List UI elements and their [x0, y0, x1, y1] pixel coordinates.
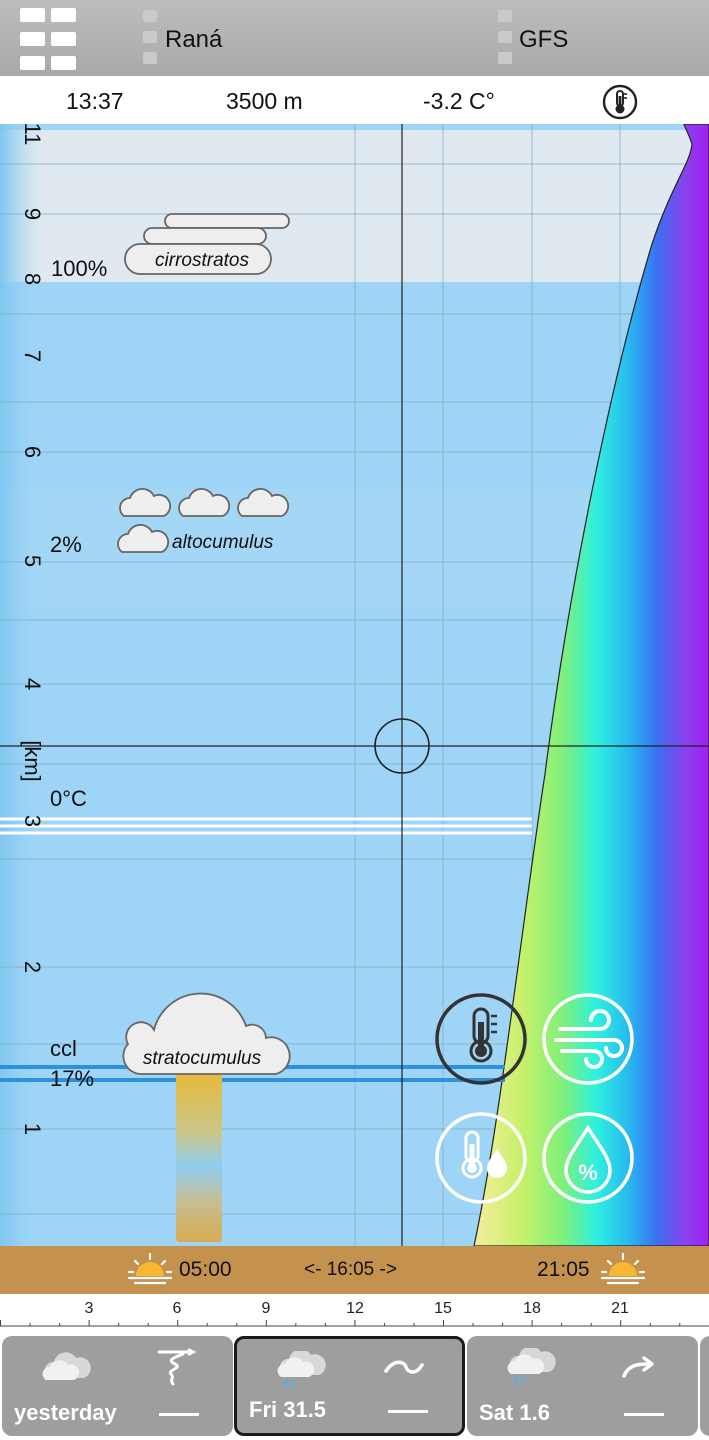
hour-label-3: 3 — [84, 1300, 94, 1317]
cursor-temperature: -3.2 C° — [423, 88, 495, 114]
y-tick-9: 9 — [20, 208, 45, 220]
y-tick-7: 7 — [20, 350, 45, 362]
y-tick-3: 3 — [20, 815, 45, 827]
day-tabs: yesterday Fri 31.5 Sat 1.6 — [0, 1336, 709, 1440]
sounding-chart[interactable]: 11 9 8 7 6 5 4 [km] 3 2 1 cirrostratos 1… — [0, 124, 709, 1246]
hour-label-6: 6 — [172, 1300, 182, 1317]
location-handle-icon — [143, 10, 157, 73]
sunrise-icon — [127, 1252, 173, 1285]
day-tab-next[interactable] — [700, 1336, 709, 1436]
day-tab-yesterday[interactable]: yesterday — [2, 1336, 233, 1436]
day-tab-fri[interactable]: Fri 31.5 — [234, 1336, 465, 1436]
svg-text:%: % — [578, 1160, 598, 1185]
arrow-wind-icon — [622, 1356, 654, 1378]
day-tab-label: yesterday — [14, 1400, 117, 1425]
sunset-time: 21:05 — [537, 1258, 590, 1281]
stratocumulus-label: stratocumulus — [143, 1048, 262, 1069]
cirrostratus-cover: 100% — [51, 256, 107, 281]
tornado-wind-icon — [157, 1348, 197, 1386]
ccl-label: ccl — [50, 1036, 77, 1061]
altocumulus-cover: 2% — [50, 532, 82, 557]
y-tick-8: 8 — [20, 273, 45, 285]
altocumulus-label: altocumulus — [172, 532, 274, 553]
sunrise-time: 05:00 — [179, 1258, 232, 1281]
cumulus-column — [176, 1074, 222, 1242]
cursor-time: 13:37 — [66, 88, 124, 114]
stratocumulus-cover: 17% — [50, 1066, 94, 1091]
day-tab-dash — [624, 1413, 664, 1416]
day-tab-dash — [159, 1413, 199, 1416]
day-tab-sat[interactable]: Sat 1.6 — [467, 1336, 698, 1436]
y-axis-unit: [km] — [20, 740, 45, 782]
rain-cloud-icon — [507, 1348, 556, 1384]
y-tick-1: 1 — [20, 1123, 45, 1135]
sun-bar: 05:00 <- 16:05 -> 21:05 — [0, 1246, 709, 1294]
freezing-level-label: 0°C — [50, 786, 87, 811]
sunset-icon — [600, 1252, 646, 1285]
day-tab-dash — [388, 1410, 428, 1413]
day-tab-label: Sat 1.6 — [479, 1400, 550, 1425]
cloudy-icon — [42, 1352, 91, 1380]
hour-label-18: 18 — [523, 1300, 541, 1317]
day-length: <- 16:05 -> — [304, 1259, 397, 1280]
hour-label-12: 12 — [346, 1300, 364, 1317]
cursor-altitude: 3500 m — [226, 88, 303, 114]
hour-label-9: 9 — [261, 1300, 271, 1317]
location-name[interactable]: Raná — [165, 26, 222, 54]
thermometer-icon[interactable] — [602, 84, 638, 120]
hour-label-21: 21 — [611, 1300, 629, 1317]
menu-grid-button[interactable] — [20, 8, 78, 70]
cirrostratus-label: cirrostratos — [155, 250, 249, 271]
rain-cloud-icon — [277, 1351, 326, 1387]
wave-wind-icon — [384, 1360, 424, 1374]
y-tick-5: 5 — [20, 555, 45, 567]
model-name[interactable]: GFS — [519, 26, 568, 54]
y-tick-6: 6 — [20, 446, 45, 458]
top-bar: Raná GFS — [0, 0, 709, 76]
hour-label-15: 15 — [434, 1300, 452, 1317]
y-tick-2: 2 — [20, 961, 45, 973]
y-tick-4: 4 — [20, 678, 45, 690]
hour-ruler[interactable]: 3 6 9 12 15 18 21 — [0, 1294, 709, 1336]
model-handle-icon — [498, 10, 512, 73]
y-tick-11: 11 — [20, 124, 45, 145]
day-tab-label: Fri 31.5 — [249, 1397, 327, 1422]
